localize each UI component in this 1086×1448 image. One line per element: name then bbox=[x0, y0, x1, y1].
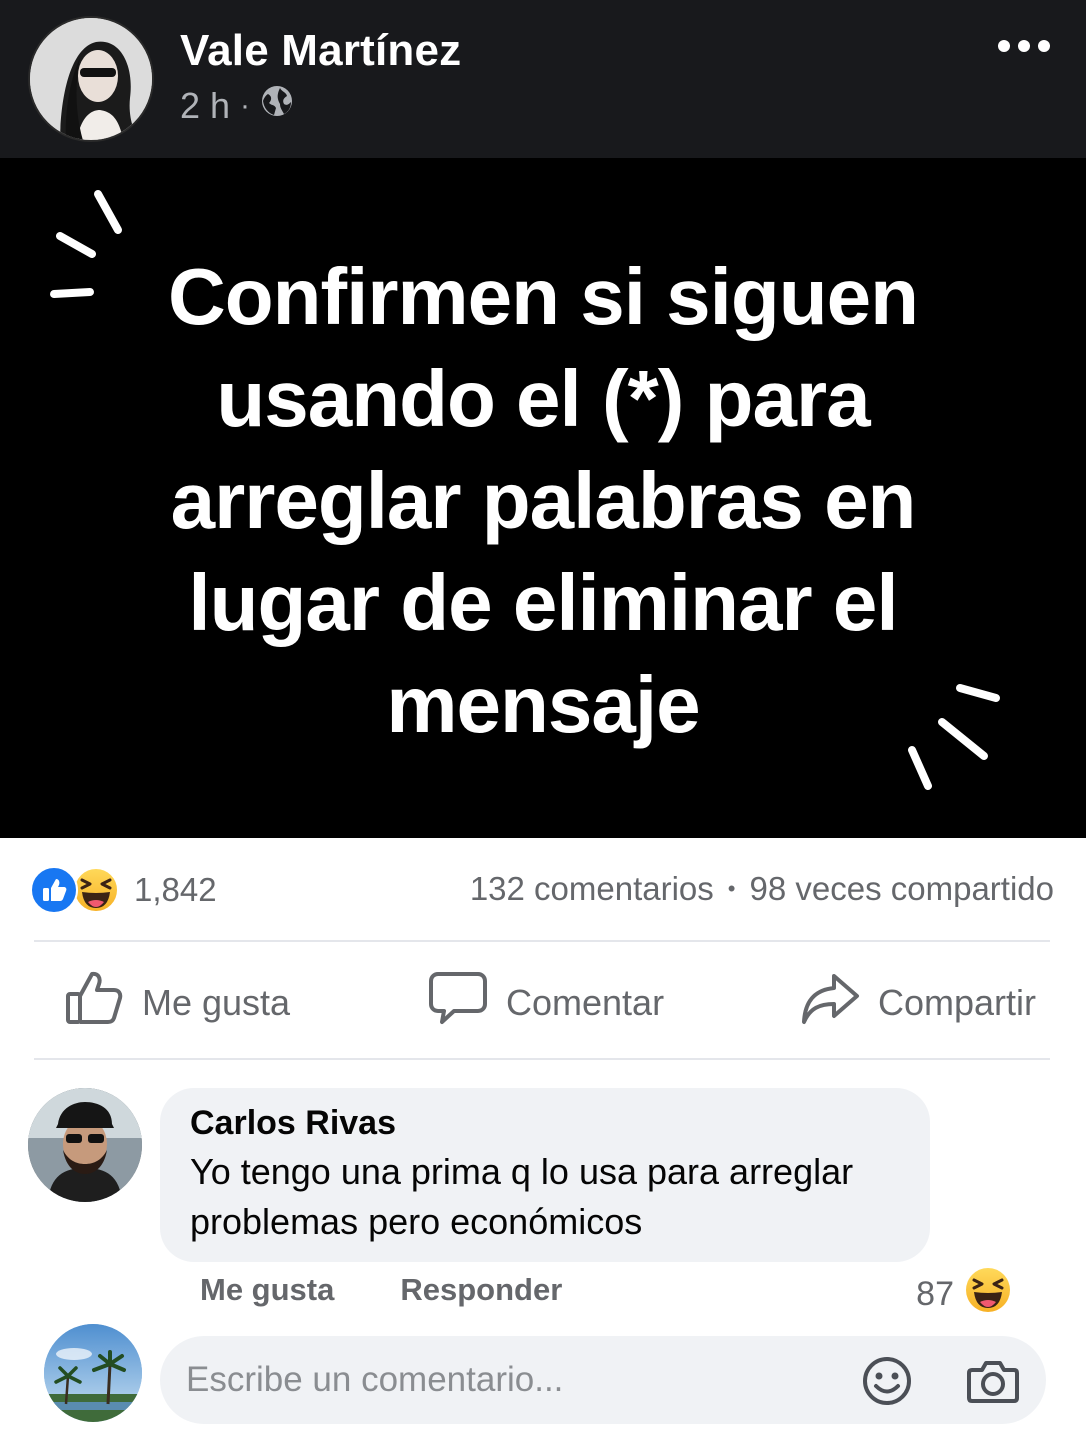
post-stats: 1,842 132 comentarios • 98 veces compart… bbox=[0, 858, 1086, 920]
comment-like-button[interactable]: Me gusta bbox=[200, 1272, 334, 1308]
more-options-icon[interactable] bbox=[998, 40, 1050, 52]
emoji-icon[interactable] bbox=[860, 1354, 914, 1408]
globe-icon bbox=[260, 84, 294, 127]
post-header: Vale Martínez 2 h · bbox=[0, 0, 1086, 158]
comment-reactions[interactable]: 87 bbox=[916, 1266, 1012, 1323]
post-image-text: Confirmen si siguen usando el (*) para a… bbox=[168, 252, 919, 749]
comment-text: Yo tengo una prima q lo usa para arregla… bbox=[190, 1151, 854, 1242]
current-user-avatar[interactable] bbox=[44, 1324, 142, 1422]
reaction-count[interactable]: 1,842 bbox=[134, 871, 217, 909]
post-actions-bar: Me gusta Comentar Compartir bbox=[0, 962, 1086, 1042]
stats-right: 132 comentarios • 98 veces compartido bbox=[470, 870, 1054, 908]
share-button[interactable]: Compartir bbox=[800, 968, 1036, 1037]
sparkle-lines-right bbox=[908, 684, 1000, 790]
post-meta: 2 h · bbox=[180, 84, 294, 127]
haha-reaction-icon bbox=[72, 866, 120, 914]
like-reaction-icon bbox=[30, 866, 78, 914]
thumbs-up-icon bbox=[64, 968, 124, 1037]
comment-composer bbox=[160, 1336, 1046, 1424]
comments-count[interactable]: 132 comentarios bbox=[470, 870, 714, 908]
reactions-summary[interactable]: 1,842 bbox=[30, 866, 217, 914]
shares-count[interactable]: 98 veces compartido bbox=[750, 870, 1055, 908]
meta-separator: · bbox=[240, 88, 251, 122]
like-button-label: Me gusta bbox=[142, 981, 291, 1023]
share-button-label: Compartir bbox=[878, 981, 1037, 1023]
like-button[interactable]: Me gusta bbox=[64, 968, 290, 1037]
camera-icon[interactable] bbox=[966, 1354, 1020, 1408]
divider-bottom bbox=[34, 1058, 1050, 1060]
comment-input[interactable] bbox=[186, 1352, 826, 1408]
comment-button-label: Comentar bbox=[506, 981, 665, 1023]
share-arrow-icon bbox=[800, 968, 860, 1037]
commenter-avatar[interactable] bbox=[28, 1088, 142, 1202]
divider-top bbox=[34, 940, 1050, 942]
author-avatar[interactable] bbox=[28, 16, 154, 142]
stats-separator: • bbox=[727, 876, 736, 901]
commenter-name[interactable]: Carlos Rivas bbox=[190, 1104, 900, 1143]
comment-reply-button[interactable]: Responder bbox=[400, 1272, 562, 1308]
author-name[interactable]: Vale Martínez bbox=[180, 26, 461, 76]
post-image[interactable]: Confirmen si siguen usando el (*) para a… bbox=[0, 158, 1086, 838]
comment-bubble: Carlos Rivas Yo tengo una prima q lo usa… bbox=[160, 1088, 930, 1262]
post-time[interactable]: 2 h bbox=[180, 85, 230, 127]
speech-bubble-icon bbox=[428, 968, 488, 1037]
comment-reaction-count: 87 bbox=[916, 1275, 954, 1313]
haha-reaction-icon bbox=[964, 1266, 1012, 1323]
comment-button[interactable]: Comentar bbox=[428, 968, 664, 1037]
comment-actions: Me gusta Responder bbox=[200, 1272, 562, 1308]
